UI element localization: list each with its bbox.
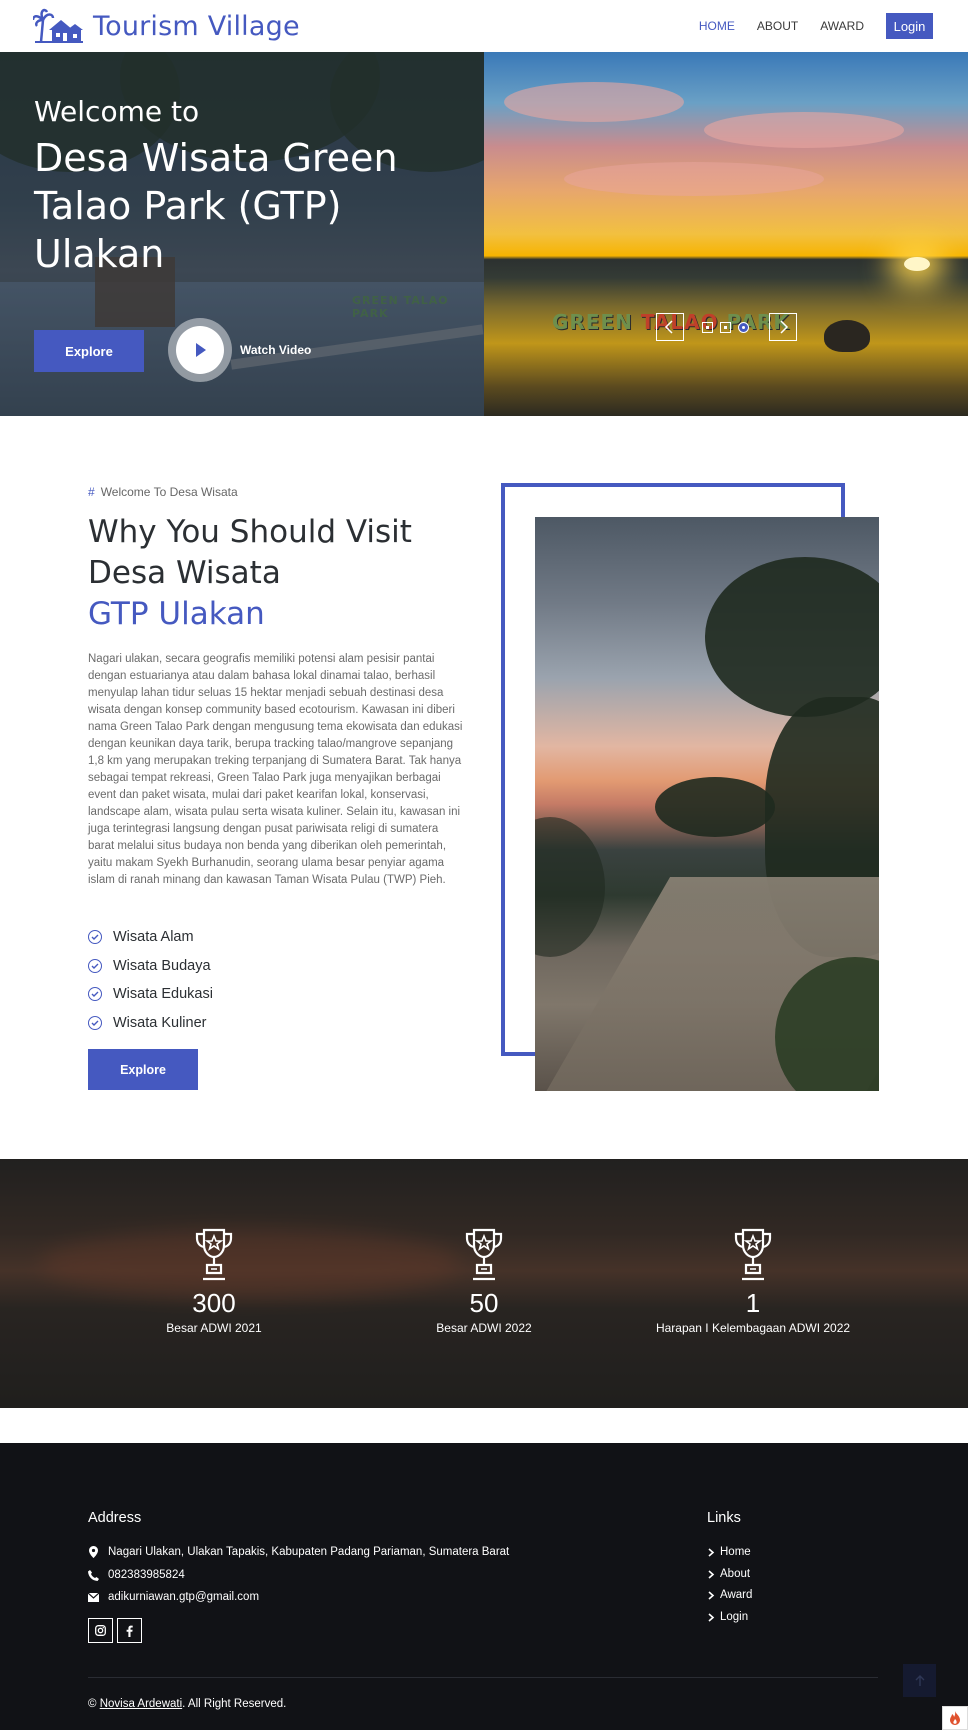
swan-boat: [824, 320, 870, 352]
about-title: Why You Should Visit Desa Wisata GTP Ula…: [88, 514, 412, 632]
footer-link-about[interactable]: About: [707, 1568, 750, 1580]
stat-label: Besar ADWI 2022: [436, 1321, 532, 1335]
stat-value: 50: [469, 1288, 499, 1318]
feature-item: Wisata Edukasi: [88, 980, 213, 1009]
corner-widget-button[interactable]: [942, 1706, 968, 1730]
hero-carousel: GREEN TALAO PARK GREEN TALAO PARK Welcom…: [0, 52, 968, 416]
feature-item: Wisata Alam: [88, 923, 213, 952]
hero-title: Desa Wisata Green Talao Park (GTP) Ulaka…: [34, 136, 398, 276]
play-video-button[interactable]: [168, 318, 232, 382]
main-nav: HOME ABOUT AWARD Login: [677, 13, 933, 39]
feature-list: Wisata Alam Wisata Budaya Wisata Edukasi…: [88, 923, 213, 1037]
site-header: Tourism Village HOME ABOUT AWARD Login: [0, 0, 968, 52]
chevron-right-icon: [708, 1590, 715, 1600]
back-to-top-button[interactable]: [903, 1664, 936, 1697]
slider-dot-3[interactable]: [738, 322, 749, 333]
trophy-icon: [734, 1228, 772, 1281]
nav-about[interactable]: ABOUT: [757, 19, 798, 33]
slider-dot-1[interactable]: [702, 322, 713, 333]
login-button[interactable]: Login: [886, 13, 933, 39]
stat-item: 1 Harapan I Kelembagaan ADWI 2022: [623, 1227, 883, 1335]
hero-welcome: Welcome to: [34, 95, 200, 128]
about-explore-button[interactable]: Explore: [88, 1049, 198, 1090]
site-footer: [0, 1443, 968, 1730]
social-links: [88, 1618, 146, 1643]
stat-item: 300 Besar ADWI 2021: [84, 1227, 344, 1335]
slider-next-button[interactable]: [769, 313, 797, 341]
footer-link-home[interactable]: Home: [707, 1546, 751, 1558]
chevron-right-icon: [708, 1569, 715, 1579]
play-icon: [196, 343, 206, 357]
feature-item: Wisata Kuliner: [88, 1009, 213, 1038]
trophy-icon: [465, 1228, 503, 1281]
envelope-icon: [86, 1592, 100, 1602]
stat-value: 1: [745, 1288, 761, 1318]
boardwalk-photo: [535, 517, 879, 1091]
phone-icon: [86, 1569, 100, 1581]
chevron-right-icon: [780, 320, 789, 334]
trophy-icon: [195, 1228, 233, 1281]
check-circle-icon: [88, 930, 102, 945]
copyright: © Novisa Ardewati. All Right Reserved.: [88, 1698, 287, 1710]
chevron-right-icon: [708, 1547, 715, 1557]
author-link[interactable]: Novisa Ardewati: [100, 1698, 182, 1710]
slider-dot-2[interactable]: [720, 322, 731, 333]
email-line: adikurniawan.gtp@gmail.com: [86, 1591, 259, 1603]
arrow-up-icon: [915, 1674, 924, 1686]
chevron-left-icon: [664, 320, 673, 334]
instagram-button[interactable]: [88, 1618, 113, 1643]
footer-divider: [88, 1677, 878, 1678]
stat-label: Harapan I Kelembagaan ADWI 2022: [655, 1321, 851, 1335]
brand-logo[interactable]: Tourism Village: [33, 8, 300, 44]
nav-home[interactable]: HOME: [699, 19, 735, 33]
facebook-button[interactable]: [117, 1618, 142, 1643]
chevron-right-icon: [708, 1612, 715, 1622]
stat-item: 50 Besar ADWI 2022: [354, 1227, 614, 1335]
nav-award[interactable]: AWARD: [820, 19, 864, 33]
check-circle-icon: [88, 958, 102, 973]
about-description: Nagari ulakan, secara geografis memiliki…: [88, 653, 463, 886]
about-tag: # Welcome To Desa Wisata: [88, 485, 238, 499]
stat-label: Besar ADWI 2021: [166, 1321, 262, 1335]
check-circle-icon: [88, 1015, 102, 1030]
phone-line: 082383985824: [86, 1569, 185, 1581]
flame-icon: [950, 1711, 960, 1725]
feature-item: Wisata Budaya: [88, 952, 213, 981]
slider-prev-button[interactable]: [656, 313, 684, 341]
sun-shape: [904, 257, 930, 271]
watch-video-label[interactable]: Watch Video: [240, 343, 311, 357]
footer-link-login[interactable]: Login: [707, 1611, 748, 1623]
check-circle-icon: [88, 987, 102, 1002]
map-pin-icon: [86, 1546, 100, 1558]
hash-icon: #: [88, 485, 95, 499]
links-heading: Links: [707, 1510, 741, 1526]
footer-link-award[interactable]: Award: [707, 1589, 752, 1601]
instagram-icon: [95, 1625, 106, 1636]
hero-photo-right: GREEN TALAO PARK: [484, 52, 968, 416]
hero-explore-button[interactable]: Explore: [34, 330, 144, 372]
brand-name: Tourism Village: [93, 10, 300, 42]
address-heading: Address: [88, 1510, 142, 1526]
stat-value: 300: [192, 1288, 236, 1318]
facebook-icon: [126, 1625, 133, 1637]
village-logo-icon: [33, 8, 83, 43]
address-line: Nagari Ulakan, Ulakan Tapakis, Kabupaten…: [86, 1546, 509, 1558]
